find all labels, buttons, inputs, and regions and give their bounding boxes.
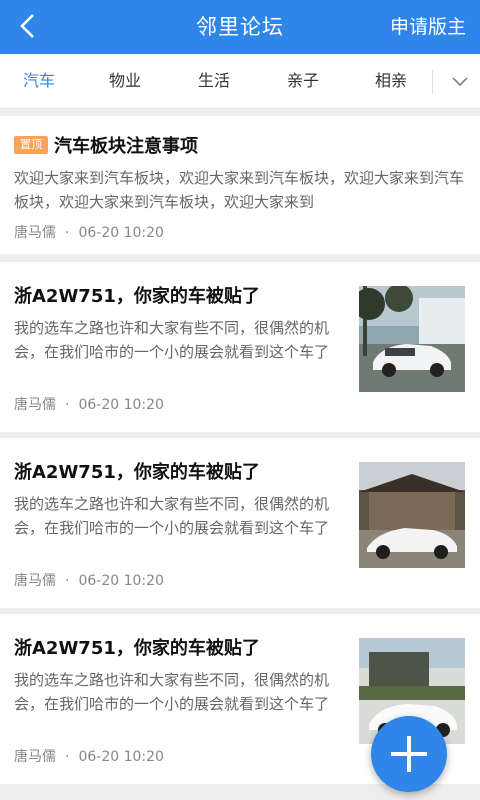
post-time: 06-20 10:20 <box>78 397 164 413</box>
top-bar: 邻里论坛 申请版主 <box>0 0 480 54</box>
post-author: 唐马儒 <box>14 397 56 413</box>
post-title: 浙A2W751，你家的车被贴了 <box>14 286 260 307</box>
post-excerpt: 我的选车之路也许和大家有些不同，很偶然的机会，在我们哈市的一个小的展会就看到这个… <box>14 495 330 537</box>
plus-icon <box>391 736 427 772</box>
post-excerpt: 我的选车之路也许和大家有些不同，很偶然的机会，在我们哈市的一个小的展会就看到这个… <box>14 319 330 361</box>
meta-separator: · <box>65 225 70 241</box>
post-meta: 唐马儒 · 06-20 10:20 <box>14 394 164 414</box>
post-author: 唐马儒 <box>14 573 56 589</box>
post-author: 唐马儒 <box>14 225 56 241</box>
post-card[interactable]: 浙A2W751，你家的车被贴了 我的选车之路也许和大家有些不同，很偶然的机会，在… <box>0 262 480 432</box>
pinned-meta: 唐马儒 · 06-20 10:20 <box>14 222 164 242</box>
apply-moderator-button[interactable]: 申请版主 <box>390 0 466 54</box>
post-time: 06-20 10:20 <box>78 749 164 765</box>
tab-dating[interactable]: 相亲 <box>356 54 426 108</box>
post-thumbnail <box>359 286 465 392</box>
tab-car[interactable]: 汽车 <box>4 54 74 108</box>
pinned-post[interactable]: 置顶 汽车板块注意事项 欢迎大家来到汽车板块，欢迎大家来到汽车板块，欢迎大家来到… <box>0 116 480 254</box>
chevron-down-icon <box>452 77 468 87</box>
post-meta: 唐马儒 · 06-20 10:20 <box>14 570 164 590</box>
meta-separator: · <box>65 749 70 765</box>
post-meta: 唐马儒 · 06-20 10:20 <box>14 746 164 766</box>
post-card[interactable]: 浙A2W751，你家的车被贴了 我的选车之路也许和大家有些不同，很偶然的机会，在… <box>0 438 480 608</box>
tab-parenting[interactable]: 亲子 <box>268 54 338 108</box>
post-thumbnail <box>359 462 465 568</box>
tabs-divider <box>432 70 433 94</box>
pinned-badge: 置顶 <box>14 136 48 154</box>
tab-property[interactable]: 物业 <box>90 54 160 108</box>
post-excerpt: 我的选车之路也许和大家有些不同，很偶然的机会，在我们哈市的一个小的展会就看到这个… <box>14 671 330 713</box>
tab-life[interactable]: 生活 <box>179 54 249 108</box>
meta-separator: · <box>65 573 70 589</box>
pinned-body: 欢迎大家来到汽车板块，欢迎大家来到汽车板块，欢迎大家来到汽车板块，欢迎大家来到汽… <box>14 169 465 211</box>
post-time: 06-20 10:20 <box>78 573 164 589</box>
post-title: 浙A2W751，你家的车被贴了 <box>14 638 260 659</box>
post-title: 浙A2W751，你家的车被贴了 <box>14 462 260 483</box>
more-tabs-button[interactable] <box>440 54 480 108</box>
category-tabs: 汽车 物业 生活 亲子 相亲 <box>0 54 480 109</box>
post-time: 06-20 10:20 <box>78 225 164 241</box>
post-author: 唐马儒 <box>14 749 56 765</box>
meta-separator: · <box>65 397 70 413</box>
pinned-title: 汽车板块注意事项 <box>54 136 198 157</box>
new-post-button[interactable] <box>371 716 447 792</box>
